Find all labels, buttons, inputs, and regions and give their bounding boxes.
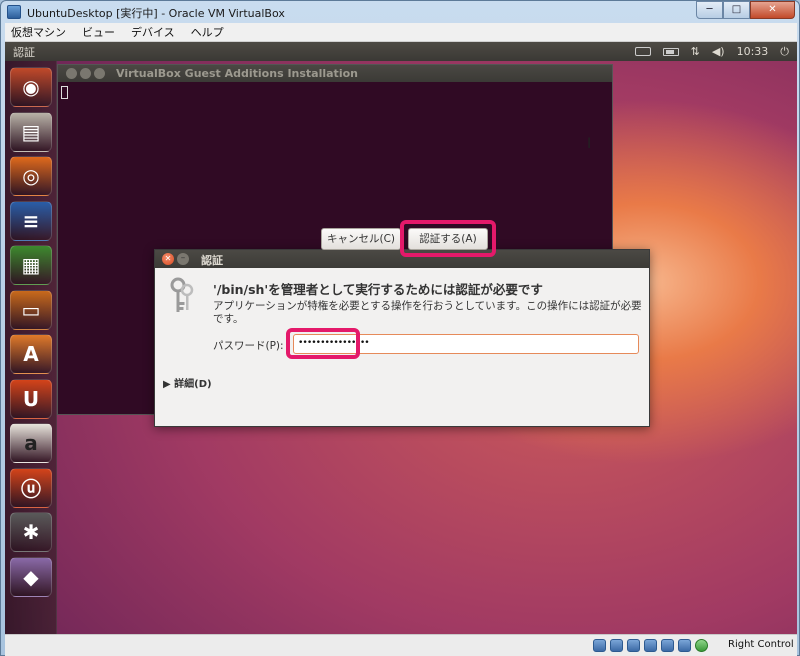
terminal-cursor — [61, 86, 68, 99]
host-key-label: Right Control — [728, 639, 794, 650]
launcher-libreoffice-impress[interactable]: ▭ — [10, 289, 52, 330]
settings-icon: ✱ — [22, 520, 40, 544]
calc-icon: ▦ — [21, 253, 41, 277]
display-icon[interactable] — [678, 639, 691, 652]
launcher-ubuntu-one-music[interactable]: ⓤ — [10, 467, 52, 508]
optical-drive-icon[interactable] — [610, 639, 623, 652]
window-controls: ─ □ ✕ — [696, 1, 795, 19]
menu-devices[interactable]: デバイス — [131, 24, 175, 40]
statusbar-icons — [593, 639, 708, 652]
password-label: パスワード(P): — [213, 340, 284, 352]
terminal-title: VirtualBox Guest Additions Installation — [116, 67, 358, 80]
launcher-workspace-switcher[interactable]: ◆ — [10, 556, 52, 597]
ubuntu-one-icon: U — [22, 386, 40, 411]
writer-icon: ≡ — [22, 208, 40, 233]
panel-indicators: ⇅ ◀) 10:33 ⏻ — [634, 42, 789, 61]
terminal-titlebar[interactable]: VirtualBox Guest Additions Installation — [58, 65, 612, 82]
dialog-title: 認証 — [201, 254, 223, 267]
workspace-icon: ◆ — [23, 564, 39, 589]
menu-help[interactable]: ヘルプ — [191, 24, 224, 40]
launcher-dash-home[interactable]: ◉ — [10, 67, 52, 107]
software-center-icon: A — [23, 342, 39, 366]
guest-screen[interactable]: 認証 ⇅ ◀) 10:33 ⏻ ◉ ▤ ◎ ≡ ▦ ▭ A Ua ⓤ ✱ ◆ VirtualBox … — [5, 42, 797, 634]
shared-folder-icon[interactable] — [661, 639, 674, 652]
mouse-cursor-icon: I — [587, 136, 592, 152]
panel-app-title: 認証 — [13, 46, 35, 59]
window-title: UbuntuDesktop [実行中] - Oracle VM VirtualB… — [27, 7, 285, 20]
terminal-minimize-icon[interactable] — [80, 68, 91, 79]
keyboard-icon[interactable] — [634, 47, 651, 56]
dialog-minimize-icon[interactable]: – — [177, 253, 189, 265]
launcher-files[interactable]: ▤ — [10, 111, 52, 152]
firefox-icon: ◎ — [22, 164, 40, 188]
launcher-amazon[interactable]: a — [10, 423, 52, 463]
launcher-ubuntu-one[interactable]: U — [10, 378, 52, 419]
ubuntu-top-panel: 認証 ⇅ ◀) 10:33 ⏻ — [5, 42, 797, 61]
vbox-statusbar: Right Control — [5, 634, 797, 656]
battery-icon[interactable] — [662, 47, 679, 56]
network-icon[interactable]: ⇅ — [691, 45, 700, 58]
launcher-libreoffice-writer[interactable]: ≡ — [10, 200, 52, 241]
virtualbox-app-icon — [7, 5, 21, 19]
details-expander[interactable]: ▶ 詳細(D) — [163, 375, 212, 390]
hard-disk-icon[interactable] — [593, 639, 606, 652]
power-icon[interactable]: ⏻ — [780, 45, 789, 59]
network-adapter-icon[interactable] — [644, 639, 657, 652]
menu-view[interactable]: ビュー — [82, 24, 115, 40]
vbox-menubar: 仮想マシン ビュー デバイス ヘルプ — [5, 23, 797, 42]
dialog-description: アプリケーションが特権を必要とする操作を行おうとしています。この操作には認証が必… — [213, 300, 642, 325]
amazon-icon: a — [24, 431, 38, 455]
virtualbox-window: UbuntuDesktop [実行中] - Oracle VM VirtualB… — [0, 0, 800, 656]
launcher-software-center[interactable]: A — [10, 334, 52, 374]
terminal-close-icon[interactable] — [66, 68, 77, 79]
dialog-heading: '/bin/sh'を管理者として実行するためには認証が必要です — [213, 282, 543, 297]
ubuntu-one-music-icon: ⓤ — [21, 477, 41, 501]
launcher-firefox[interactable]: ◎ — [10, 156, 52, 196]
minimize-button[interactable]: ─ — [696, 1, 723, 19]
cancel-button[interactable]: キャンセル(C) — [321, 228, 401, 250]
maximize-button[interactable]: □ — [723, 1, 750, 19]
usb-icon[interactable] — [627, 639, 640, 652]
dialog-close-icon[interactable]: ✕ — [162, 253, 174, 265]
password-highlight — [286, 328, 360, 359]
volume-icon[interactable]: ◀) — [712, 45, 725, 58]
unity-launcher: ◉ ▤ ◎ ≡ ▦ ▭ A Ua ⓤ ✱ ◆ — [5, 61, 57, 634]
close-button[interactable]: ✕ — [750, 1, 795, 19]
file-cabinet-icon: ▤ — [21, 119, 41, 144]
impress-icon: ▭ — [21, 297, 41, 322]
mouse-integration-icon[interactable] — [695, 639, 708, 652]
authenticate-highlight — [400, 220, 496, 257]
terminal-maximize-icon[interactable] — [94, 68, 105, 79]
panel-clock[interactable]: 10:33 — [737, 45, 769, 58]
launcher-libreoffice-calc[interactable]: ▦ — [10, 245, 52, 285]
authentication-dialog: ✕ – 認証 '/bin/sh'を管理者として実行するためには認証が必要です ア… — [154, 249, 650, 427]
keys-icon — [170, 277, 194, 312]
ubuntu-logo-icon: ◉ — [22, 75, 40, 99]
window-titlebar[interactable]: UbuntuDesktop [実行中] - Oracle VM VirtualB… — [1, 1, 800, 23]
menu-machine[interactable]: 仮想マシン — [11, 24, 66, 40]
launcher-system-settings[interactable]: ✱ — [10, 512, 52, 552]
